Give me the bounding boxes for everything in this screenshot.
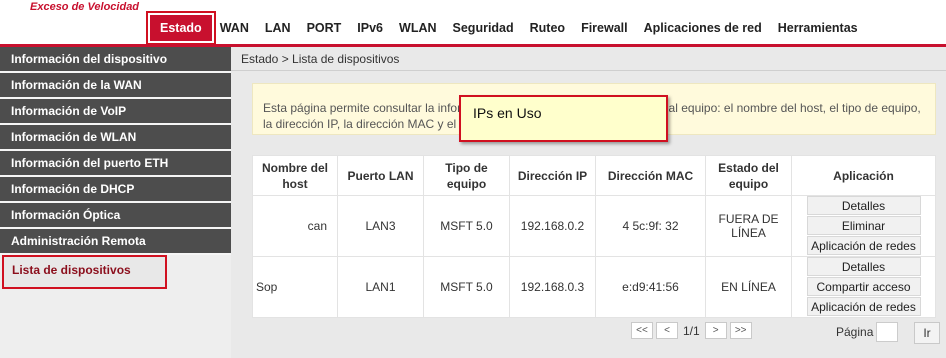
device-table: Nombre del host Puerto LAN Tipo de equip…: [252, 155, 936, 318]
col-mac: Dirección MAC: [595, 155, 706, 196]
status-cell: EN LÍNEA: [705, 256, 792, 318]
share-access-button[interactable]: Compartir acceso: [806, 277, 921, 296]
breadcrumb: Estado > Lista de dispositivos: [241, 52, 400, 66]
status-cell: FUERA DE LÍNEA: [705, 195, 792, 257]
tab-estado[interactable]: Estado: [146, 11, 216, 45]
host-name: can: [307, 219, 327, 233]
ip-cell: 192.168.0.2: [509, 195, 596, 257]
tab-ruteo[interactable]: Ruteo: [522, 15, 573, 41]
tab-firewall[interactable]: Firewall: [573, 15, 636, 41]
table-row: Sop xxxxxxx LAN1 MSFT 5.0 192.168.0.3 e:…: [252, 256, 936, 318]
tab-herramientas[interactable]: Herramientas: [770, 15, 866, 41]
port-cell: LAN1: [337, 256, 424, 318]
col-lan-port: Puerto LAN: [337, 155, 424, 196]
sidebar-item-wlan-info[interactable]: Información de WLAN: [0, 125, 231, 151]
host-cell: xxxxx can: [252, 195, 338, 257]
sidebar: Información del dispositivo Información …: [0, 47, 231, 358]
last-page-button[interactable]: >>: [729, 322, 752, 339]
network-apps-button[interactable]: Aplicación de redes: [806, 236, 921, 255]
sidebar-item-eth-port-info[interactable]: Información del puerto ETH: [0, 151, 231, 177]
col-host: Nombre del host: [252, 155, 338, 196]
main-content: Estado > Lista de dispositivos Esta pági…: [231, 47, 946, 358]
go-button[interactable]: Ir: [914, 322, 940, 344]
tab-seguridad[interactable]: Seguridad: [445, 15, 522, 41]
first-page-button[interactable]: <<: [631, 322, 653, 339]
pagination: << < 1/1 > >>: [631, 322, 752, 339]
details-button[interactable]: Detalles: [806, 257, 921, 276]
page-label: Página: [836, 325, 874, 339]
host-name: Sop: [256, 280, 278, 294]
table-row: xxxxx can LAN3 MSFT 5.0 192.168.0.2 4 5c…: [252, 195, 936, 257]
prev-page-button[interactable]: <: [656, 322, 678, 339]
header: Exceso de Velocidad Estado WAN LAN PORT …: [0, 0, 946, 45]
ip-cell: 192.168.0.3: [509, 256, 596, 318]
actions-cell: Detalles Eliminar Aplicación de redes: [791, 195, 936, 257]
redacted-block: xxxxxxx: [280, 280, 323, 294]
details-button[interactable]: Detalles: [806, 196, 921, 215]
tab-wan[interactable]: WAN: [212, 15, 257, 41]
network-apps-button[interactable]: Aplicación de redes: [806, 297, 921, 316]
top-navigation: Estado WAN LAN PORT IPv6 WLAN Seguridad …: [146, 11, 866, 45]
col-status: Estado del equipo: [705, 155, 792, 196]
sidebar-item-wan-info[interactable]: Información de la WAN: [0, 73, 231, 99]
table-header-row: Nombre del host Puerto LAN Tipo de equip…: [252, 155, 936, 196]
port-cell: LAN3: [337, 195, 424, 257]
annotation-tooltip: IPs en Uso: [459, 95, 668, 142]
sidebar-item-device-info[interactable]: Información del dispositivo: [0, 47, 231, 73]
page-indicator: 1/1: [683, 323, 700, 338]
tab-port[interactable]: PORT: [299, 15, 350, 41]
col-ip: Dirección IP: [509, 155, 596, 196]
tab-aplicaciones-de-red[interactable]: Aplicaciones de red: [636, 15, 770, 41]
tab-lan[interactable]: LAN: [257, 15, 299, 41]
breadcrumb-divider: [231, 70, 946, 71]
sidebar-item-remote-admin[interactable]: Administración Remota: [0, 229, 231, 255]
next-page-button[interactable]: >: [704, 322, 727, 339]
mac-cell: e:d9:41:56: [595, 256, 706, 318]
host-cell: Sop xxxxxxx: [252, 256, 338, 318]
tab-wlan[interactable]: WLAN: [391, 15, 445, 41]
delete-button[interactable]: Eliminar: [806, 216, 921, 235]
redacted-block: xxxxx: [274, 219, 305, 233]
type-cell: MSFT 5.0: [423, 195, 510, 257]
type-cell: MSFT 5.0: [423, 256, 510, 318]
sidebar-item-voip-info[interactable]: Información de VoIP: [0, 99, 231, 125]
tab-ipv6[interactable]: IPv6: [349, 15, 391, 41]
sidebar-item-optical-info[interactable]: Información Óptica: [0, 203, 231, 229]
sidebar-item-dhcp-info[interactable]: Información de DHCP: [0, 177, 231, 203]
col-device-type: Tipo de equipo: [423, 155, 510, 196]
col-actions: Aplicación: [791, 155, 936, 196]
mac-cell: 4 5c:9f: 32: [595, 195, 706, 257]
sidebar-item-device-list[interactable]: Lista de dispositivos: [2, 255, 167, 289]
page-number-input[interactable]: [876, 322, 898, 342]
brand-slogan: Exceso de Velocidad: [30, 1, 140, 13]
actions-cell: Detalles Compartir acceso Aplicación de …: [791, 256, 936, 318]
